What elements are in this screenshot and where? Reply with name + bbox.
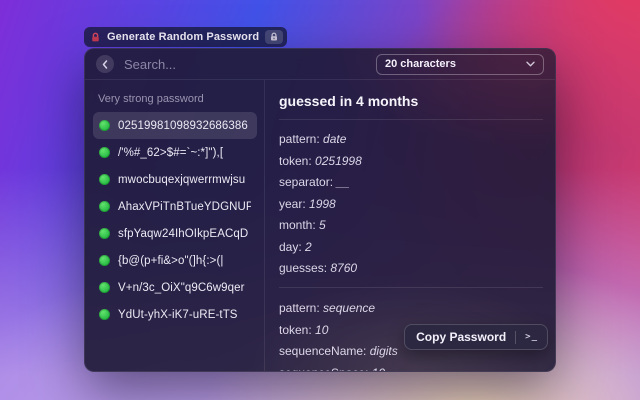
detail-value: 0251998 bbox=[315, 154, 362, 168]
list-item[interactable]: /'%#_62>$#=`~:*]"),[ bbox=[93, 139, 257, 166]
list-item[interactable]: V+n/3c_OiX"q9C6w9qer bbox=[93, 274, 257, 301]
detail-key: token: bbox=[279, 154, 312, 168]
search-input[interactable] bbox=[124, 57, 366, 72]
back-button[interactable] bbox=[96, 55, 114, 73]
detail-row: pattern: sequence bbox=[279, 301, 543, 315]
lock-icon bbox=[265, 30, 283, 44]
strength-dot-icon bbox=[99, 201, 110, 212]
detail-row: month: 5 bbox=[279, 218, 543, 232]
password-text: sfpYaqw24IhOIkpEACqD bbox=[118, 228, 248, 240]
copy-password-label: Copy Password bbox=[416, 330, 506, 344]
list-item[interactable]: 02519981098932686386 bbox=[93, 112, 257, 139]
character-count-dropdown[interactable]: 20 characters bbox=[376, 54, 544, 75]
list-item[interactable]: sfpYaqw24IhOIkpEACqD bbox=[93, 220, 257, 247]
password-text: 02519981098932686386 bbox=[118, 120, 248, 132]
strength-dot-icon bbox=[99, 255, 110, 266]
window-header: 20 characters bbox=[85, 49, 555, 80]
detail-value: __ bbox=[336, 175, 349, 189]
detail-row: sequenceSpace: 10 bbox=[279, 366, 543, 373]
strength-dot-icon bbox=[99, 120, 110, 131]
password-text: AhaxVPiTnBTueYDGNUPV bbox=[118, 201, 251, 213]
hotkey-pill[interactable]: Generate Random Password bbox=[84, 27, 287, 47]
dropdown-value: 20 characters bbox=[385, 58, 456, 70]
chevron-down-icon bbox=[526, 61, 535, 67]
detail-key: sequenceName: bbox=[279, 344, 366, 358]
strength-dot-icon bbox=[99, 174, 110, 185]
detail-key: separator: bbox=[279, 175, 333, 189]
detail-value: digits bbox=[370, 344, 398, 358]
detail-value: 1998 bbox=[309, 197, 336, 211]
detail-key: guesses: bbox=[279, 261, 327, 275]
detail-row: token: 0251998 bbox=[279, 154, 543, 168]
detail-value: sequence bbox=[323, 301, 375, 315]
terminal-prompt-icon: >_ bbox=[525, 332, 538, 342]
detail-row: pattern: date bbox=[279, 132, 543, 146]
detail-key: year: bbox=[279, 197, 306, 211]
strength-dot-icon bbox=[99, 228, 110, 239]
copy-password-button[interactable]: Copy Password >_ bbox=[404, 324, 548, 350]
detail-key: month: bbox=[279, 218, 316, 232]
password-text: V+n/3c_OiX"q9C6w9qer bbox=[118, 282, 245, 294]
detail-key: pattern: bbox=[279, 132, 320, 146]
detail-key: token: bbox=[279, 323, 312, 337]
strength-dot-icon bbox=[99, 282, 110, 293]
divider bbox=[279, 119, 543, 120]
back-chevron-icon bbox=[102, 60, 108, 69]
divider bbox=[279, 287, 543, 288]
detail-row: guesses: 8760 bbox=[279, 261, 543, 275]
detail-value: 5 bbox=[319, 218, 326, 232]
list-item[interactable]: AhaxVPiTnBTueYDGNUPV bbox=[93, 193, 257, 220]
detail-value: 2 bbox=[305, 240, 312, 254]
list-item[interactable]: YdUt-yhX-iK7-uRE-tTS bbox=[93, 301, 257, 328]
detail-value: 8760 bbox=[330, 261, 357, 275]
strength-dot-icon bbox=[99, 309, 110, 320]
password-list: Very strong password 0251998109893268638… bbox=[85, 80, 265, 371]
list-section-label: Very strong password bbox=[98, 93, 257, 105]
detail-key: sequenceSpace: bbox=[279, 366, 368, 373]
password-text: /'%#_62>$#=`~:*]"),[ bbox=[118, 147, 223, 159]
password-text: {b@(p+fi&>o"(]h{:>(| bbox=[118, 255, 223, 267]
app-window: 20 characters Very strong password 02519… bbox=[84, 48, 556, 372]
hotkey-pill-title: Generate Random Password bbox=[107, 31, 259, 43]
button-divider bbox=[515, 331, 516, 344]
detail-value: date bbox=[323, 132, 346, 146]
list-item[interactable]: mwocbuqexjqwerrmwjsu bbox=[93, 166, 257, 193]
detail-value: 10 bbox=[315, 323, 328, 337]
password-text: mwocbuqexjqwerrmwjsu bbox=[118, 174, 245, 186]
strength-dot-icon bbox=[99, 147, 110, 158]
detail-row: day: 2 bbox=[279, 240, 543, 254]
detail-value: 10 bbox=[372, 366, 385, 373]
detail-row: year: 1998 bbox=[279, 197, 543, 211]
detail-row: separator: __ bbox=[279, 175, 543, 189]
detail-key: pattern: bbox=[279, 301, 320, 315]
password-text: YdUt-yhX-iK7-uRE-tTS bbox=[118, 309, 238, 321]
list-item[interactable]: {b@(p+fi&>o"(]h{:>(| bbox=[93, 247, 257, 274]
extension-icon bbox=[90, 32, 101, 43]
detail-title: guessed in 4 months bbox=[279, 93, 543, 109]
detail-key: day: bbox=[279, 240, 302, 254]
